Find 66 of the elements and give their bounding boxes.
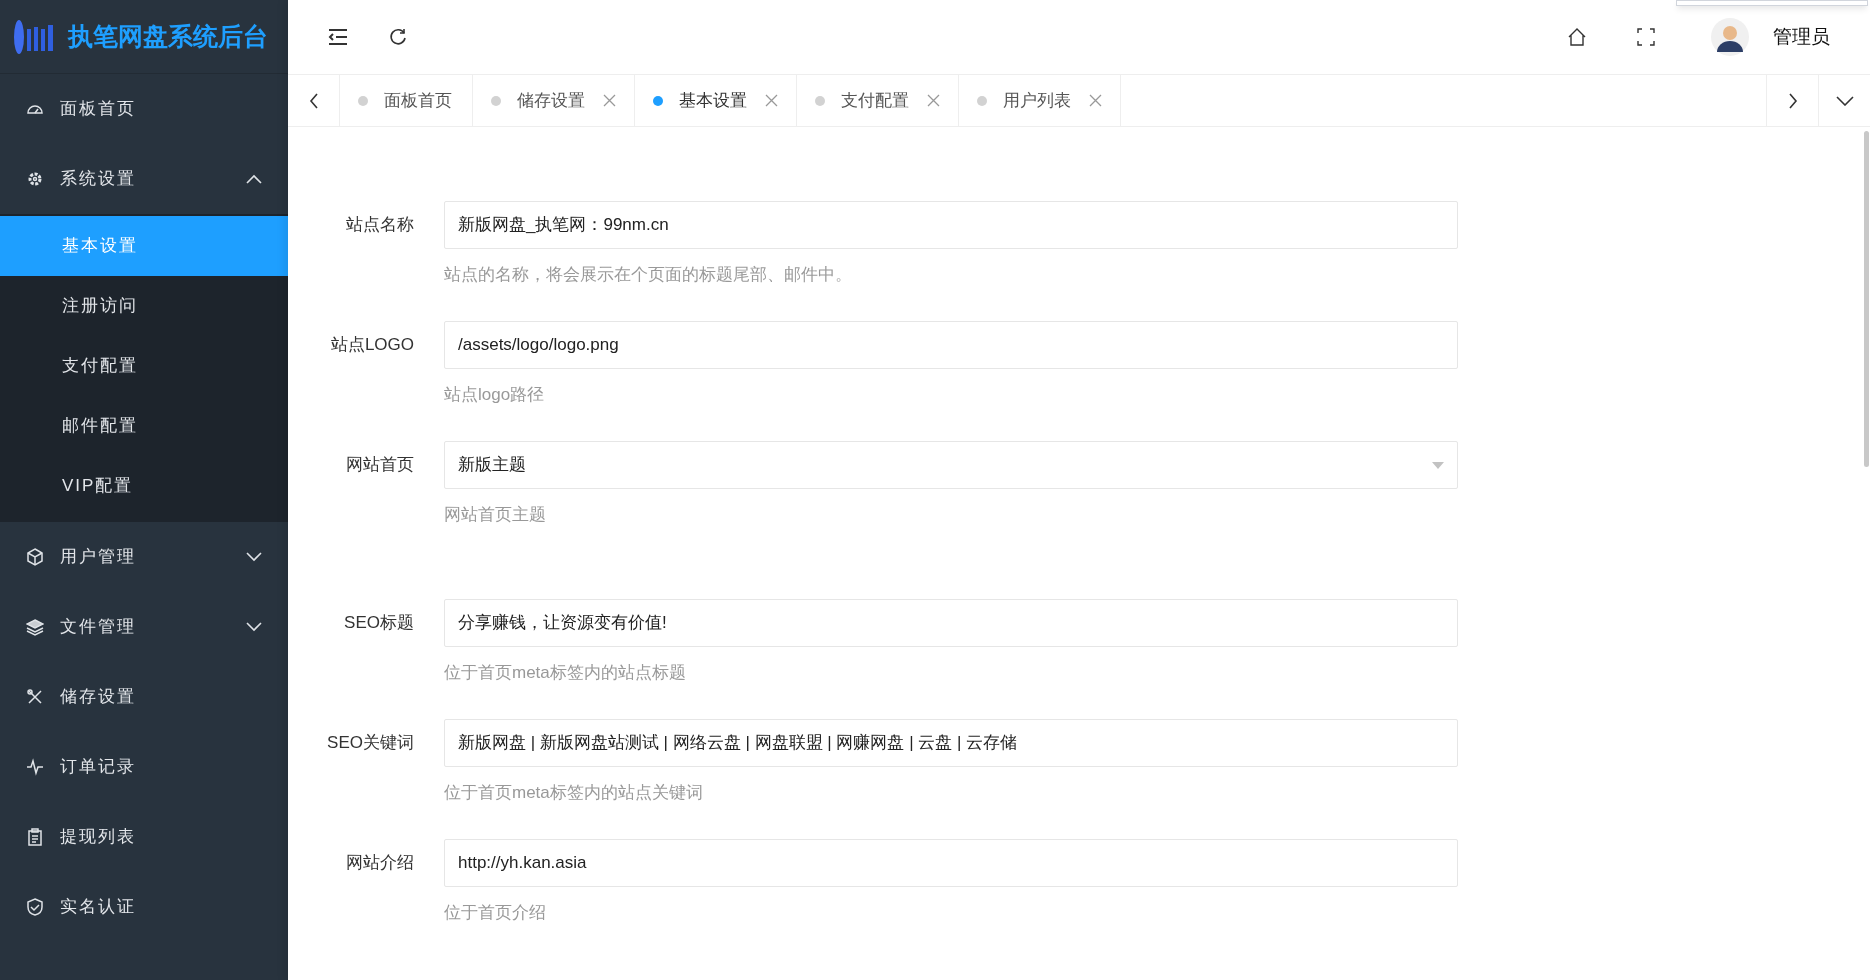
sidebar-item[interactable]: 提现列表 bbox=[0, 802, 288, 872]
scrollbar[interactable] bbox=[1864, 131, 1869, 467]
field-label: 站点名称 bbox=[345, 214, 415, 236]
close-icon[interactable] bbox=[765, 94, 778, 107]
tab-label: 储存设置 bbox=[517, 89, 585, 112]
field-hint: 位于首页meta标签内的站点关键词 bbox=[444, 782, 704, 804]
sidebar-item[interactable]: 系统设置 bbox=[0, 144, 288, 214]
input-field[interactable]: /assets/logo/logo.png bbox=[444, 321, 1458, 369]
chevron-up-icon bbox=[246, 174, 262, 184]
dropdown-arrow-icon bbox=[1432, 461, 1444, 469]
field-hint: 位于首页meta标签内的站点标题 bbox=[444, 662, 687, 684]
tab[interactable]: 面板首页 bbox=[340, 75, 473, 126]
close-icon[interactable] bbox=[1089, 94, 1102, 107]
tab[interactable]: 储存设置 bbox=[473, 75, 635, 126]
tab[interactable]: 支付配置 bbox=[797, 75, 959, 126]
input-field[interactable]: http://yh.kan.asia bbox=[444, 839, 1458, 887]
fullscreen-icon[interactable] bbox=[1637, 28, 1655, 46]
tab-label: 基本设置 bbox=[679, 89, 747, 112]
chevron-right-icon bbox=[1787, 92, 1798, 109]
cube-icon bbox=[26, 548, 44, 566]
gear-icon bbox=[26, 170, 44, 188]
input-field[interactable]: 新版网盘 | 新版网盘站测试 | 网络云盘 | 网盘联盟 | 网赚网盘 | 云盘 | 云存储 bbox=[444, 719, 1458, 767]
field-label: SEO标题 bbox=[343, 612, 415, 634]
clipboard-icon bbox=[26, 828, 44, 846]
submenu-item[interactable]: VIP配置 bbox=[0, 456, 288, 516]
app-title: 执笔网盘系统后台 bbox=[68, 20, 268, 52]
menu-icon[interactable] bbox=[328, 29, 348, 45]
field-hint: 位于首页介绍 bbox=[444, 902, 547, 924]
tab-label: 面板首页 bbox=[384, 89, 452, 112]
field-label: 网站介绍 bbox=[345, 852, 415, 874]
user-name[interactable]: 管理员 bbox=[1773, 22, 1830, 52]
sidebar-item[interactable]: 储存设置 bbox=[0, 662, 288, 732]
pulse-icon bbox=[26, 758, 44, 776]
home-icon[interactable] bbox=[1567, 27, 1587, 47]
select-field[interactable]: 新版主题 bbox=[444, 441, 1458, 489]
chevron-left-icon bbox=[308, 92, 319, 109]
avatar[interactable] bbox=[1711, 18, 1749, 56]
tab[interactable]: 基本设置 bbox=[635, 75, 797, 126]
sidebar-item[interactable]: 面板首页 bbox=[0, 74, 288, 144]
field-label: SEO关键词 bbox=[326, 732, 415, 754]
tab[interactable]: 用户列表 bbox=[959, 75, 1121, 126]
field-hint: 网站首页主题 bbox=[444, 504, 547, 526]
close-icon[interactable] bbox=[927, 94, 940, 107]
sidebar-item[interactable]: 实名认证 bbox=[0, 872, 288, 942]
tab-label: 用户列表 bbox=[1003, 89, 1071, 112]
field-label: 站点LOGO bbox=[329, 334, 415, 356]
chevron-down-icon bbox=[246, 622, 262, 632]
sidebar-item[interactable]: 文件管理 bbox=[0, 592, 288, 662]
submenu-item[interactable]: 注册访问 bbox=[0, 276, 288, 336]
close-icon[interactable] bbox=[603, 94, 616, 107]
field-hint: 站点的名称，将会展示在个页面的标题尾部、邮件中。 bbox=[444, 264, 853, 286]
submenu-item[interactable]: 邮件配置 bbox=[0, 396, 288, 456]
input-field[interactable]: 新版网盘_执笔网：99nm.cn bbox=[444, 201, 1458, 249]
submenu-item[interactable]: 支付配置 bbox=[0, 336, 288, 396]
tools-icon bbox=[26, 688, 44, 706]
tab-label: 支付配置 bbox=[841, 89, 909, 112]
refresh-icon[interactable] bbox=[388, 27, 408, 47]
input-field[interactable]: 分享赚钱，让资源变有价值! bbox=[444, 599, 1458, 647]
shield-icon bbox=[26, 898, 44, 916]
layers-icon bbox=[26, 618, 44, 636]
field-label: 网站首页 bbox=[345, 454, 415, 476]
field-hint: 站点logo路径 bbox=[444, 384, 546, 406]
sidebar-item[interactable]: 订单记录 bbox=[0, 732, 288, 802]
chevron-down-icon bbox=[1835, 95, 1854, 106]
chevron-down-icon bbox=[246, 552, 262, 562]
sidebar-item[interactable]: 用户管理 bbox=[0, 522, 288, 592]
